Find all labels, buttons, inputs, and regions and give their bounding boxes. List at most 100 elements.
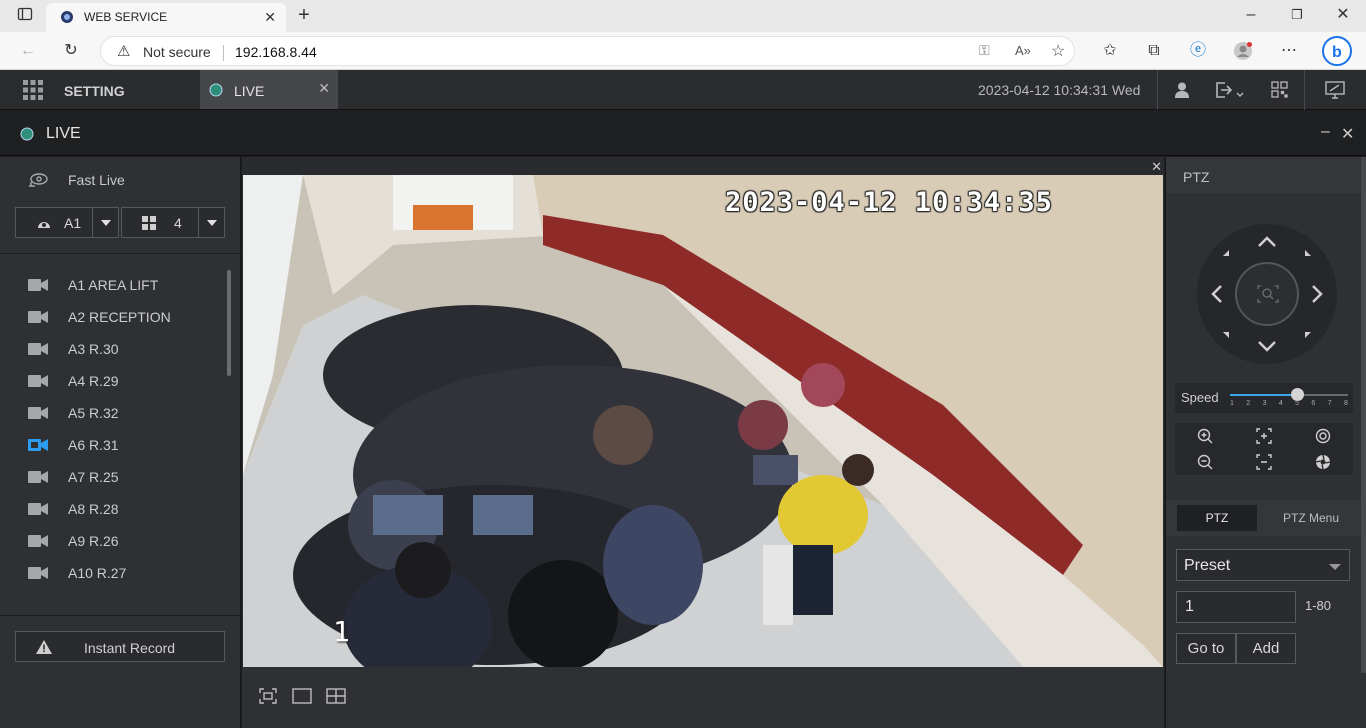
zoom-in-button[interactable] — [1175, 423, 1234, 449]
qr-code-icon[interactable] — [1271, 81, 1288, 103]
arrow-left-icon[interactable] — [1211, 285, 1222, 303]
ptz-direction-pad[interactable] — [1197, 224, 1337, 364]
preset-range-hint: 1-80 — [1305, 598, 1332, 613]
new-tab-icon[interactable]: + — [293, 5, 315, 25]
ptz-title: PTZ — [1183, 169, 1210, 185]
channel-item[interactable]: A7 R.25 — [0, 461, 225, 493]
camera-icon — [28, 407, 48, 419]
instant-record-button[interactable]: Instant Record — [15, 631, 225, 662]
speed-control: Speed 1 2 3 4 5 6 7 8 — [1175, 383, 1353, 413]
single-view-icon[interactable] — [292, 688, 312, 704]
key-icon[interactable]: ⚿ — [979, 42, 990, 59]
app-grid-icon[interactable] — [23, 80, 43, 100]
user-icon[interactable] — [1173, 81, 1191, 104]
ptz-center-button[interactable] — [1235, 262, 1299, 326]
channel-item[interactable]: A4 R.29 — [0, 365, 225, 397]
arrow-down-right-icon[interactable] — [1305, 332, 1311, 338]
chevron-down-icon — [1329, 564, 1341, 570]
url-text[interactable]: 192.168.8.44 — [235, 44, 317, 60]
channel-item[interactable]: A3 R.30 — [0, 333, 225, 365]
channel-list-scrollbar[interactable] — [227, 270, 231, 376]
monitor-icon[interactable] — [1325, 81, 1345, 104]
add-favorite-icon[interactable]: ☆ — [1051, 41, 1065, 61]
quad-view-icon[interactable] — [326, 688, 346, 704]
restore-icon[interactable]: ❐ — [1286, 5, 1308, 25]
divider — [1157, 70, 1158, 110]
channel-group-value: A1 — [64, 215, 82, 231]
focus-near-button[interactable] — [1234, 423, 1293, 449]
fast-live-icon[interactable] — [27, 171, 49, 194]
live-tab-close-icon[interactable]: ✕ — [318, 80, 330, 97]
security-label[interactable]: Not secure — [143, 44, 211, 60]
channel-label: A5 R.32 — [68, 405, 119, 421]
profile-icon[interactable] — [1232, 41, 1254, 61]
live-status-icon — [20, 127, 34, 141]
camera-icon — [28, 279, 48, 291]
iris-open-button[interactable] — [1293, 423, 1352, 449]
refresh-icon[interactable]: ↻ — [60, 41, 82, 61]
channel-item[interactable]: A8 R.28 — [0, 493, 225, 525]
speed-tick-label: 3 — [1262, 400, 1267, 407]
arrow-down-left-icon[interactable] — [1223, 332, 1229, 338]
arrow-right-icon[interactable] — [1312, 285, 1323, 303]
fullscreen-icon[interactable] — [259, 688, 277, 704]
setting-menu[interactable]: SETTING — [64, 83, 125, 99]
dropdown-caret-icon[interactable] — [92, 208, 118, 237]
channel-group-select[interactable]: A1 — [15, 207, 119, 238]
arrow-up-right-icon[interactable] — [1305, 250, 1311, 256]
svg-text:b: b — [1332, 44, 1342, 61]
arrow-up-left-icon[interactable] — [1223, 250, 1229, 256]
channel-item[interactable]: A9 R.26 — [0, 525, 225, 557]
grid-layout-icon — [142, 216, 156, 230]
tab-ptz-menu[interactable]: PTZ Menu — [1266, 505, 1356, 531]
channel-label: A9 R.26 — [68, 533, 119, 549]
preset-number-input[interactable] — [1176, 591, 1296, 623]
channel-item[interactable]: A5 R.32 — [0, 397, 225, 429]
speed-slider-track[interactable] — [1230, 388, 1348, 401]
dome-camera-icon — [38, 222, 50, 228]
arrow-down-icon[interactable] — [1258, 341, 1276, 352]
layout-select[interactable]: 4 — [121, 207, 225, 238]
ptz-panel-scrollbar[interactable] — [1361, 157, 1366, 673]
address-bar-row: ← ↻ ⚠ Not secure 192.168.8.44 ⚿ A» ☆ ✩ ⧉… — [0, 32, 1366, 70]
warning-icon[interactable]: ⚠ — [117, 42, 130, 60]
speed-label: Speed — [1181, 390, 1219, 405]
favorites-icon[interactable]: ✩ — [1099, 41, 1121, 61]
camera-video-feed[interactable]: 2023-04-12 10:34:35 1 — [243, 175, 1163, 667]
iris-close-button[interactable] — [1293, 449, 1352, 475]
close-window-icon[interactable]: ✕ — [1332, 5, 1354, 25]
minimize-icon[interactable]: – — [1240, 5, 1262, 25]
close-panel-icon[interactable]: ✕ — [1341, 124, 1354, 144]
more-menu-icon[interactable]: ⋯ — [1278, 41, 1300, 61]
live-header: LIVE – ✕ — [0, 110, 1366, 156]
preset-select[interactable]: Preset — [1176, 549, 1350, 581]
goto-preset-button[interactable]: Go to — [1176, 633, 1236, 664]
channel-item[interactable]: A2 RECEPTION — [0, 301, 225, 333]
channel-label: A4 R.29 — [68, 373, 119, 389]
live-tab[interactable]: LIVE ✕ — [200, 70, 338, 109]
add-preset-button[interactable]: Add — [1236, 633, 1296, 664]
minimize-panel-icon[interactable]: – — [1321, 123, 1330, 141]
focus-far-button[interactable] — [1234, 449, 1293, 475]
logout-icon[interactable] — [1215, 81, 1245, 104]
collections-icon[interactable]: ⧉ — [1143, 41, 1165, 61]
browser-tab[interactable]: WEB SERVICE ✕ — [46, 3, 286, 32]
close-video-icon[interactable]: ✕ — [1151, 159, 1162, 175]
fast-live-label[interactable]: Fast Live — [68, 172, 125, 188]
channel-item[interactable]: A1 AREA LIFT — [0, 269, 225, 301]
camera-icon — [28, 567, 48, 579]
read-aloud-icon[interactable]: A» — [1015, 43, 1031, 58]
channel-item[interactable]: A6 R.31 — [0, 429, 225, 461]
channel-item[interactable]: A10 R.27 — [0, 557, 225, 589]
tab-actions-icon[interactable] — [14, 6, 36, 26]
tab-close-icon[interactable]: ✕ — [264, 9, 276, 26]
url-box[interactable]: ⚠ Not secure 192.168.8.44 ⚿ A» ☆ — [100, 36, 1075, 66]
dropdown-caret-icon[interactable] — [198, 208, 224, 237]
layout-value: 4 — [174, 215, 182, 231]
back-icon[interactable]: ← — [17, 41, 39, 61]
arrow-up-icon[interactable] — [1258, 236, 1276, 247]
bing-icon[interactable]: b — [1322, 36, 1352, 66]
zoom-out-button[interactable] — [1175, 449, 1234, 475]
edge-extension-icon[interactable]: ⓔ — [1187, 41, 1209, 61]
tab-ptz[interactable]: PTZ — [1177, 505, 1257, 531]
